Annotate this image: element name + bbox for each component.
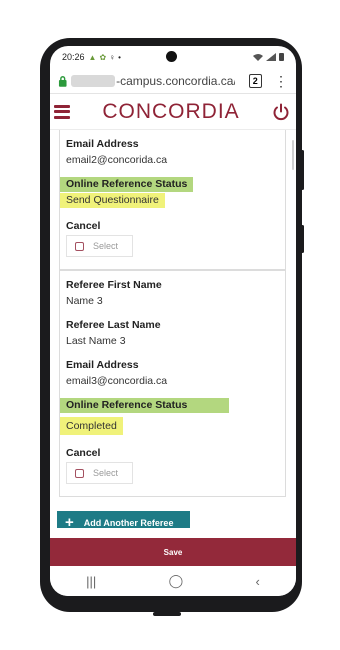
save-button[interactable]: Save (50, 538, 296, 566)
referee-card: Referee First Name Name 3 Referee Last N… (59, 270, 286, 497)
hamburger-menu-icon[interactable] (54, 104, 70, 119)
redacted-url-prefix (71, 74, 116, 87)
add-referee-label: Add Another Referee (83, 517, 174, 528)
tab-count-button[interactable]: 2 (248, 73, 262, 88)
scrollbar[interactable] (292, 140, 294, 170)
volume-button (301, 150, 304, 190)
more-options-icon[interactable]: ⋮ (274, 74, 288, 88)
app-header: CONCORDIA (50, 94, 296, 130)
person-icon: ♀ (109, 52, 116, 62)
cancel-select-checkbox[interactable]: Select (66, 235, 134, 257)
email-label: Email Address (66, 359, 139, 371)
status-bar: 20:26 ▲ ✿ ♀ • (50, 46, 296, 68)
email-value: email3@concordia.ca (66, 375, 168, 387)
referee-card: Email Address email2@concorida.ca Online… (59, 130, 286, 270)
first-name-label: Referee First Name (66, 279, 162, 291)
camera-cutout (166, 51, 177, 62)
recent-apps-icon[interactable]: ||| (86, 574, 96, 589)
status-label: Online Reference Status (60, 177, 194, 192)
last-name-label: Referee Last Name (66, 319, 161, 331)
add-referee-button[interactable]: + Add Another Referee (57, 511, 190, 528)
first-name-value: Name 3 (66, 295, 103, 307)
referee-form: Email Address email2@concorida.ca Online… (50, 130, 296, 528)
status-value: Completed (60, 417, 123, 435)
home-icon[interactable]: ◯ (169, 573, 184, 589)
select-label: Select (93, 468, 119, 478)
status-time: 20:26 (62, 52, 85, 62)
wifi-icon (253, 54, 263, 61)
url-text[interactable]: -campus.concordia.ca/p (116, 74, 235, 88)
signal-icon (266, 53, 276, 61)
android-icon: ▲ (88, 52, 97, 62)
lock-icon (58, 75, 67, 87)
cancel-label: Cancel (66, 220, 101, 232)
email-label: Email Address (66, 138, 139, 150)
status-value: Send Questionnaire (60, 193, 165, 208)
checkbox-icon (75, 241, 84, 251)
battery-icon (279, 53, 284, 61)
back-icon[interactable]: ‹ (255, 574, 259, 589)
email-value: email2@concorida.ca (66, 154, 168, 166)
cancel-select-checkbox[interactable]: Select (66, 462, 134, 484)
shield-icon: ✿ (99, 52, 107, 62)
checkbox-icon (75, 468, 84, 478)
android-nav-bar: ||| ◯ ‹ (50, 566, 296, 596)
plus-icon: + (65, 514, 74, 528)
select-label: Select (93, 241, 119, 251)
status-label: Online Reference Status (60, 398, 230, 413)
cancel-label: Cancel (66, 447, 101, 459)
power-side-button (301, 225, 304, 253)
browser-url-bar[interactable]: -campus.concordia.ca/p 2 ⋮ (50, 68, 296, 94)
notification-dot-icon: • (118, 52, 121, 62)
last-name-value: Last Name 3 (66, 335, 126, 347)
phone-screen: 20:26 ▲ ✿ ♀ • -campus.concordia.ca/p 2 ⋮… (50, 46, 296, 596)
power-logout-icon[interactable] (272, 103, 290, 121)
phone-bottom-notch (153, 612, 181, 616)
brand-logo: CONCORDIA (102, 99, 240, 123)
